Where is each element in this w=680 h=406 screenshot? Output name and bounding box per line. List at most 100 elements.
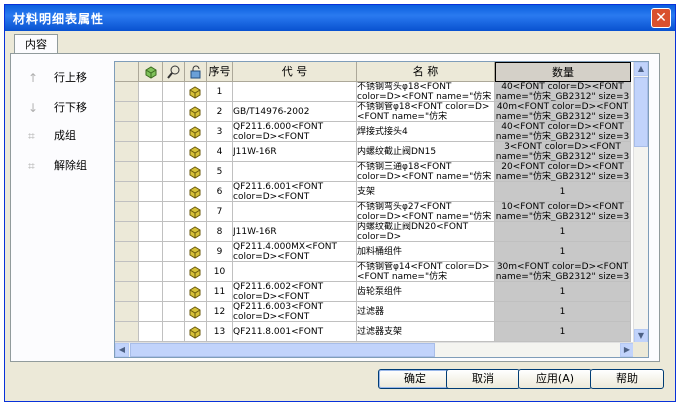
title-bar[interactable]: 材料明细表属性 ✕: [5, 5, 675, 31]
row-seq[interactable]: 2: [207, 102, 233, 122]
row-icon-cell-2[interactable]: [163, 322, 185, 342]
scroll-up-arrow[interactable]: ▲: [634, 62, 648, 76]
row-header[interactable]: [115, 302, 139, 322]
scroll-right-arrow[interactable]: ▶: [620, 343, 634, 357]
move-down-button[interactable]: ↓ 行下移: [20, 98, 100, 118]
row-seq[interactable]: 4: [207, 142, 233, 162]
row-qty[interactable]: 40m<FONT color=D><FONT name="仿宋_GB2312" …: [495, 102, 631, 122]
header-corner[interactable]: [115, 62, 139, 82]
row-name[interactable]: 过滤器支架: [357, 322, 495, 342]
row-name[interactable]: 支架: [357, 182, 495, 202]
table-row[interactable]: 4 J11W-16R 内螺纹截止阀DN15 3<FONT color=D><FONT …: [115, 142, 635, 162]
row-icon-cell-1[interactable]: [139, 182, 163, 202]
header-name[interactable]: 名 称: [357, 62, 495, 82]
row-code[interactable]: J11W-16R: [233, 142, 357, 162]
header-part-icon-col[interactable]: [139, 62, 163, 82]
row-header[interactable]: [115, 82, 139, 102]
row-seq[interactable]: 6: [207, 182, 233, 202]
row-header[interactable]: [115, 242, 139, 262]
row-name[interactable]: 不锈钢管φ14<FONT color=D><FONT name="仿宋: [357, 262, 495, 282]
row-code[interactable]: J11W-16R: [233, 222, 357, 242]
row-header[interactable]: [115, 282, 139, 302]
row-code[interactable]: [233, 162, 357, 182]
row-icon-cell-2[interactable]: [163, 282, 185, 302]
row-code[interactable]: QF211.6.003<FONT color=D><FONT name="仿: [233, 302, 357, 322]
row-header[interactable]: [115, 182, 139, 202]
row-seq[interactable]: 13: [207, 322, 233, 342]
table-row[interactable]: 9 QF211.4.000MX<FONT color=D><FONT name="…: [115, 242, 635, 262]
row-qty[interactable]: 1: [495, 222, 631, 242]
row-icon-cell-2[interactable]: [163, 122, 185, 142]
row-qty[interactable]: 20<FONT color=D><FONT name="仿宋_GB2312" s…: [495, 162, 631, 182]
horizontal-scrollbar[interactable]: ◀ ▶: [115, 342, 634, 357]
header-search-col[interactable]: [163, 62, 185, 82]
row-icon-cell-1[interactable]: [139, 302, 163, 322]
row-part-cell[interactable]: [185, 102, 207, 122]
group-button[interactable]: ⌗ 成组: [20, 126, 100, 146]
row-name[interactable]: 加料桶组件: [357, 242, 495, 262]
row-icon-cell-2[interactable]: [163, 222, 185, 242]
row-name[interactable]: 齿轮泵组件: [357, 282, 495, 302]
row-icon-cell-2[interactable]: [163, 82, 185, 102]
row-header[interactable]: [115, 102, 139, 122]
table-row[interactable]: 11 QF211.6.002<FONT color=D><FONT name="仿…: [115, 282, 635, 302]
table-row[interactable]: 5 不锈钢三通φ18<FONT color=D><FONT name="仿宋 20<…: [115, 162, 635, 182]
row-part-cell[interactable]: [185, 242, 207, 262]
row-name[interactable]: 内螺纹截止阀DN20<FONT color=D>: [357, 222, 495, 242]
table-row[interactable]: 6 QF211.6.001<FONT color=D><FONT name="仿 支…: [115, 182, 635, 202]
vertical-scrollbar[interactable]: ▲ ▼: [633, 62, 648, 343]
row-header[interactable]: [115, 202, 139, 222]
row-icon-cell-2[interactable]: [163, 102, 185, 122]
row-code[interactable]: QF211.6.001<FONT color=D><FONT name="仿: [233, 182, 357, 202]
row-header[interactable]: [115, 322, 139, 342]
row-qty[interactable]: 3<FONT color=D><FONT name="仿宋_GB2312" si…: [495, 142, 631, 162]
row-seq[interactable]: 11: [207, 282, 233, 302]
table-row[interactable]: 7 不锈钢弯头φ27<FONT color=D><FONT name="仿宋 10<…: [115, 202, 635, 222]
row-part-cell[interactable]: [185, 262, 207, 282]
row-header[interactable]: [115, 222, 139, 242]
row-seq[interactable]: 12: [207, 302, 233, 322]
row-part-cell[interactable]: [185, 202, 207, 222]
header-qty[interactable]: 数量: [495, 62, 631, 82]
row-part-cell[interactable]: [185, 182, 207, 202]
row-code[interactable]: QF211.6.000<FONT color=D><FONT name="仿: [233, 122, 357, 142]
scroll-down-arrow[interactable]: ▼: [634, 329, 648, 343]
apply-button[interactable]: 应用(A): [518, 369, 592, 389]
header-seq[interactable]: 序号: [207, 62, 233, 82]
row-header[interactable]: [115, 262, 139, 282]
row-code[interactable]: QF211.6.002<FONT color=D><FONT name="仿: [233, 282, 357, 302]
row-name[interactable]: 内螺纹截止阀DN15: [357, 142, 495, 162]
row-part-cell[interactable]: [185, 142, 207, 162]
table-row[interactable]: 13 QF211.8.001<FONT 过滤器支架 1: [115, 322, 635, 342]
help-button[interactable]: 帮助: [590, 369, 664, 389]
row-name[interactable]: 不锈钢弯头φ18<FONT color=D><FONT name="仿宋: [357, 82, 495, 102]
row-header[interactable]: [115, 162, 139, 182]
row-code[interactable]: [233, 82, 357, 102]
row-part-cell[interactable]: [185, 322, 207, 342]
ok-button[interactable]: 确定: [378, 369, 452, 389]
row-icon-cell-2[interactable]: [163, 182, 185, 202]
row-seq[interactable]: 1: [207, 82, 233, 102]
row-icon-cell-2[interactable]: [163, 142, 185, 162]
row-part-cell[interactable]: [185, 82, 207, 102]
row-seq[interactable]: 8: [207, 222, 233, 242]
row-qty[interactable]: 1: [495, 282, 631, 302]
row-qty[interactable]: 1: [495, 182, 631, 202]
scroll-left-arrow[interactable]: ◀: [115, 343, 129, 357]
row-icon-cell-2[interactable]: [163, 302, 185, 322]
row-icon-cell-1[interactable]: [139, 162, 163, 182]
row-icon-cell-1[interactable]: [139, 82, 163, 102]
close-button[interactable]: ✕: [651, 8, 671, 28]
row-code[interactable]: [233, 262, 357, 282]
row-name[interactable]: 不锈钢管φ18<FONT color=D><FONT name="仿宋: [357, 102, 495, 122]
move-up-button[interactable]: ↑ 行上移: [20, 68, 100, 88]
row-header[interactable]: [115, 142, 139, 162]
row-code[interactable]: GB/T14976-2002: [233, 102, 357, 122]
horizontal-scroll-thumb[interactable]: [130, 343, 435, 357]
row-qty[interactable]: 1: [495, 302, 631, 322]
header-lock-col[interactable]: [185, 62, 207, 82]
row-icon-cell-1[interactable]: [139, 322, 163, 342]
row-icon-cell-1[interactable]: [139, 202, 163, 222]
row-icon-cell-1[interactable]: [139, 122, 163, 142]
row-qty[interactable]: 40<FONT color=D><FONT name="仿宋_GB2312" s…: [495, 82, 631, 102]
